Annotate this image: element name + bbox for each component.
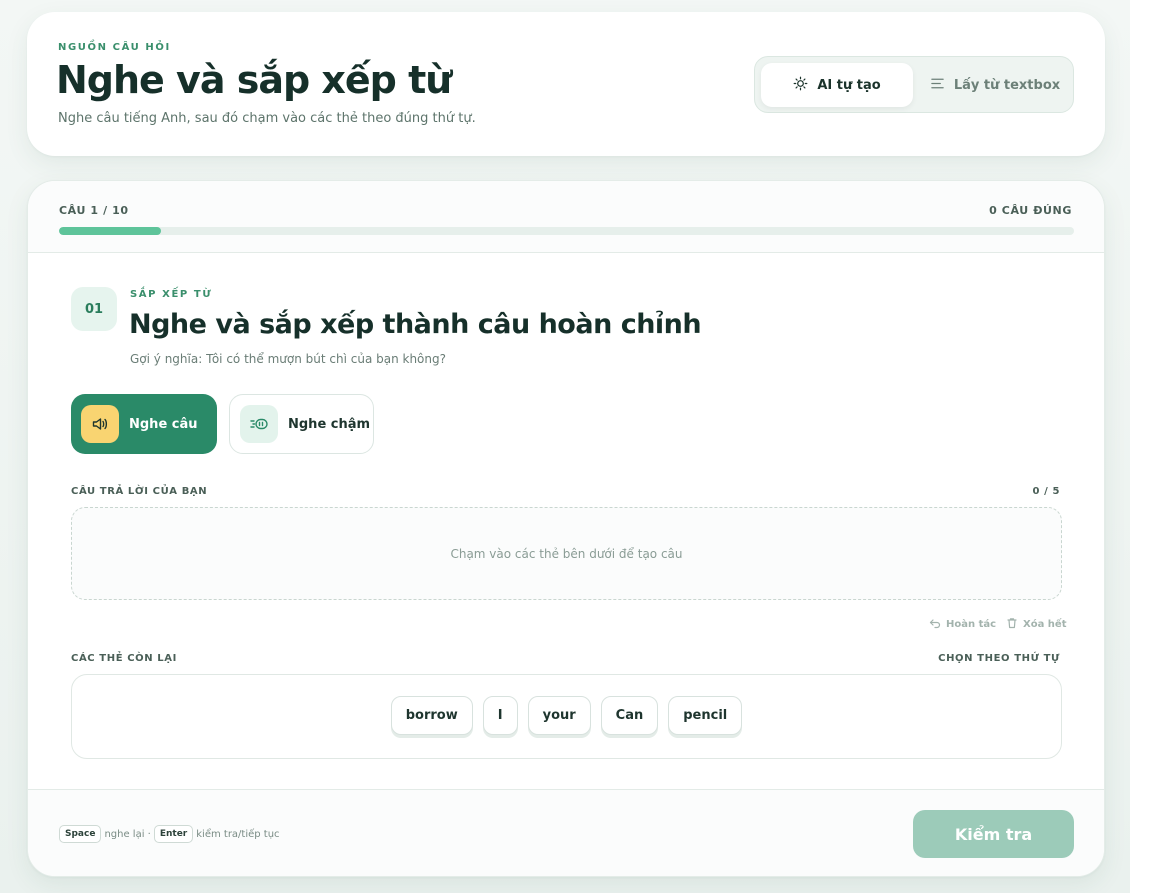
lines-icon bbox=[930, 76, 945, 95]
tab-ai-generate-label: AI tự tạo bbox=[817, 77, 881, 93]
speaker-icon bbox=[81, 405, 119, 443]
clear-all-button[interactable]: Xóa hết bbox=[1006, 617, 1067, 632]
header-card: NGUỒN CÂU HỎI Nghe và sắp xếp từ Nghe câ… bbox=[27, 12, 1105, 156]
answer-placeholder: Chạm vào các thẻ bên dưới để tạo câu bbox=[450, 546, 683, 561]
progress-bar-fill bbox=[59, 227, 161, 235]
word-card[interactable]: Can bbox=[600, 696, 659, 735]
page: NGUỒN CÂU HỎI Nghe và sắp xếp từ Nghe câ… bbox=[0, 0, 1130, 893]
answer-count: 0 / 5 bbox=[1032, 486, 1060, 497]
page-title: Nghe và sắp xếp từ bbox=[56, 58, 452, 102]
page-subtitle: Nghe câu tiếng Anh, sau đó chạm vào các … bbox=[58, 111, 476, 126]
tab-ai-generate[interactable]: AI tự tạo bbox=[761, 63, 913, 107]
undo-label: Hoàn tác bbox=[946, 619, 997, 630]
exercise-card: CÂU 1 / 10 0 CÂU ĐÚNG 01 SẮP XẾP TỪ Nghe… bbox=[27, 180, 1105, 877]
space-key-hint: nghe lại · bbox=[104, 828, 151, 840]
header-eyebrow: NGUỒN CÂU HỎI bbox=[58, 42, 171, 53]
source-toggle: AI tự tạo Lấy từ textbox bbox=[754, 56, 1074, 113]
progress-bar bbox=[59, 227, 1074, 235]
word-card[interactable]: your bbox=[527, 696, 591, 735]
listen-button[interactable]: Nghe câu bbox=[71, 394, 217, 454]
undo-button[interactable]: Hoàn tác bbox=[929, 617, 996, 632]
question-counter: CÂU 1 / 10 bbox=[59, 204, 129, 217]
slow-speaker-icon bbox=[240, 405, 278, 443]
question-type: SẮP XẾP TỪ bbox=[130, 289, 213, 300]
space-key: Space bbox=[59, 825, 102, 843]
right-gutter bbox=[1130, 0, 1152, 893]
answer-label: CÂU TRẢ LỜI CỦA BẠN bbox=[71, 486, 208, 497]
word-bank: borrow Iyour Can pencil bbox=[71, 674, 1062, 759]
word-card[interactable]: pencil bbox=[668, 696, 743, 735]
word-card[interactable]: borrow bbox=[390, 696, 473, 735]
meaning-hint: Gợi ý nghĩa: Tôi có thể mượn bút chì của… bbox=[130, 352, 446, 366]
sun-icon bbox=[793, 76, 808, 95]
word-card[interactable]: I bbox=[482, 696, 518, 735]
question-number-badge: 01 bbox=[71, 287, 117, 331]
undo-icon bbox=[929, 617, 941, 632]
correct-counter: 0 CÂU ĐÚNG bbox=[989, 204, 1072, 217]
check-button[interactable]: Kiểm tra bbox=[913, 810, 1074, 858]
word-card-row: borrow Iyour Can pencil bbox=[72, 696, 1061, 735]
enter-key-hint: kiểm tra/tiếp tục bbox=[196, 828, 280, 840]
question-title: Nghe và sắp xếp thành câu hoàn chỉnh bbox=[129, 309, 702, 340]
listen-slow-button[interactable]: Nghe chậm bbox=[229, 394, 374, 454]
listen-button-label: Nghe câu bbox=[129, 416, 198, 432]
footer-bar: Space nghe lại · Enter kiểm tra/tiếp tục… bbox=[28, 789, 1104, 876]
trash-icon bbox=[1006, 617, 1018, 632]
enter-key: Enter bbox=[153, 825, 194, 843]
remaining-cards-label: CÁC THẺ CÒN LẠI bbox=[71, 653, 177, 664]
tab-from-textbox[interactable]: Lấy từ textbox bbox=[921, 63, 1069, 107]
listen-slow-button-label: Nghe chậm bbox=[288, 416, 371, 432]
order-hint: CHỌN THEO THỨ TỰ bbox=[938, 653, 1060, 664]
keyboard-shortcuts: Space nghe lại · Enter kiểm tra/tiếp tục bbox=[59, 825, 280, 843]
answer-dropzone[interactable]: Chạm vào các thẻ bên dưới để tạo câu bbox=[71, 507, 1062, 600]
progress-header: CÂU 1 / 10 0 CÂU ĐÚNG bbox=[28, 181, 1104, 253]
clear-all-label: Xóa hết bbox=[1023, 619, 1067, 630]
tab-from-textbox-label: Lấy từ textbox bbox=[953, 77, 1061, 93]
